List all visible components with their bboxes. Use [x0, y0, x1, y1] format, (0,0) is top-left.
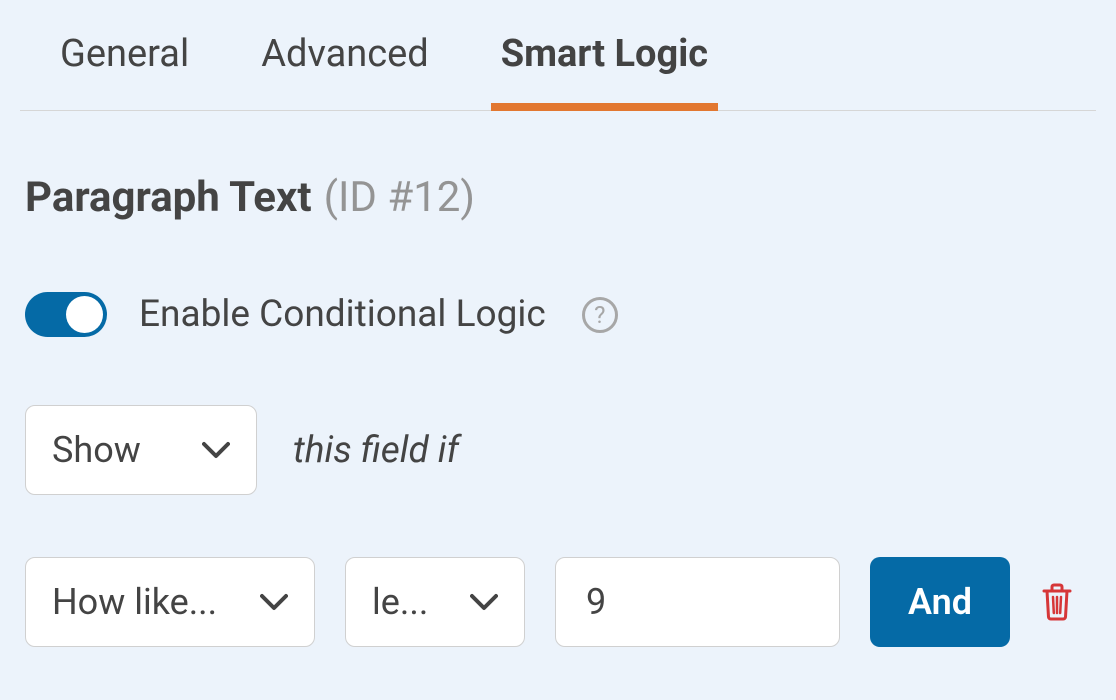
conditional-logic-toggle-row: Enable Conditional Logic ?	[20, 222, 1096, 337]
tab-general[interactable]: General	[60, 32, 189, 110]
field-heading-id: (ID #12)	[324, 173, 475, 222]
action-select-value: Show	[52, 429, 141, 471]
conditional-logic-toggle[interactable]	[25, 292, 107, 337]
tabs-bar: General Advanced Smart Logic	[20, 0, 1096, 111]
chevron-down-icon	[260, 593, 288, 611]
condition-field-value: How like...	[52, 581, 217, 623]
condition-value-input[interactable]	[555, 557, 840, 647]
tab-advanced[interactable]: Advanced	[261, 32, 428, 110]
field-heading-label: Paragraph Text	[25, 173, 312, 222]
action-suffix: this field if	[293, 429, 459, 472]
field-heading: Paragraph Text (ID #12)	[20, 111, 1096, 222]
action-select[interactable]: Show	[25, 405, 257, 495]
condition-field-select[interactable]: How like...	[25, 557, 315, 647]
condition-row: How like... le... And	[20, 495, 1096, 647]
condition-operator-select[interactable]: le...	[345, 557, 525, 647]
chevron-down-icon	[470, 593, 498, 611]
tab-smart-logic[interactable]: Smart Logic	[501, 32, 708, 110]
trash-icon[interactable]	[1040, 583, 1074, 621]
action-row: Show this field if	[20, 337, 1096, 495]
conditional-logic-label: Enable Conditional Logic	[139, 293, 546, 336]
condition-operator-value: le...	[372, 581, 428, 623]
toggle-knob	[66, 296, 103, 333]
help-icon[interactable]: ?	[582, 297, 618, 333]
chevron-down-icon	[202, 441, 230, 459]
and-button[interactable]: And	[870, 557, 1010, 647]
